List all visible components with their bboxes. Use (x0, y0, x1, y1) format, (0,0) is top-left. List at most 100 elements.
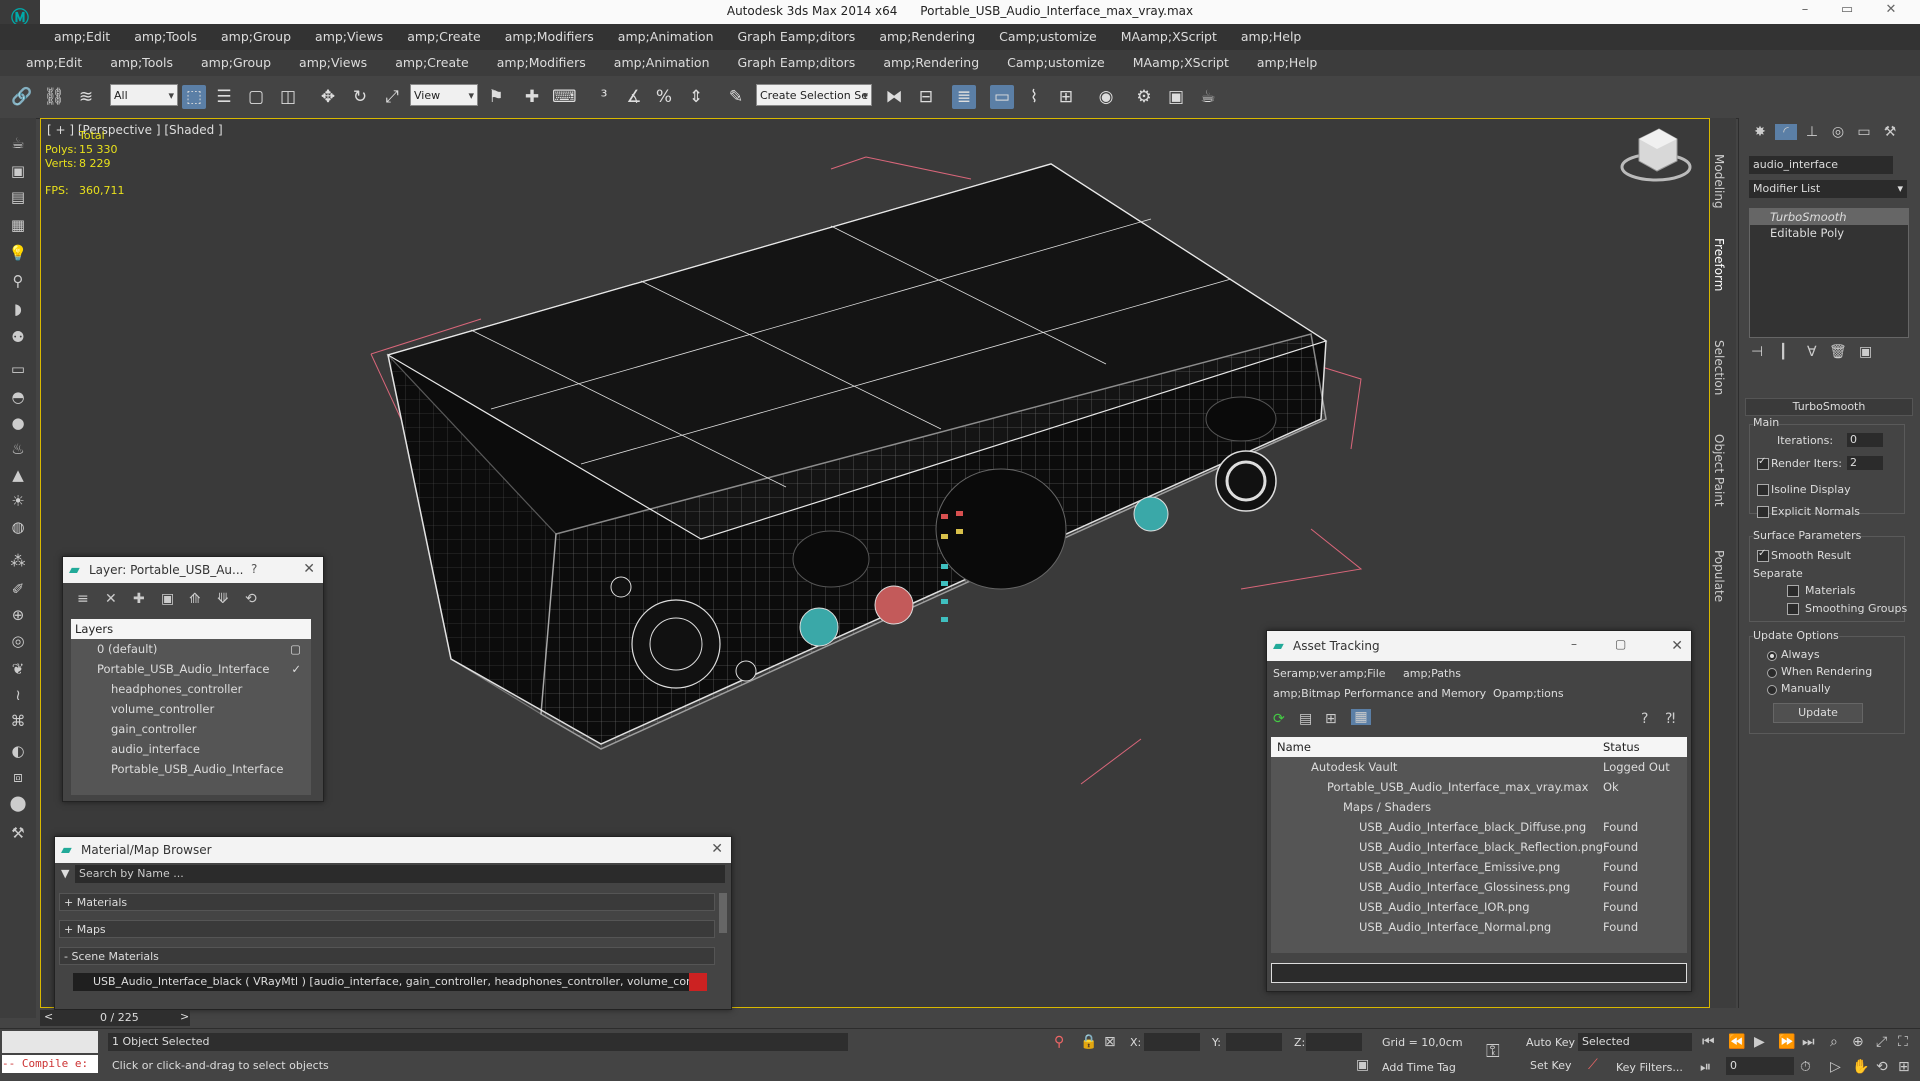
always-radio[interactable] (1767, 651, 1777, 661)
menu-tools[interactable]: amp;Tools (122, 24, 209, 50)
set-key-button[interactable]: Set Key (1530, 1059, 1572, 1072)
layer-row-default[interactable]: 0 (default) ▢ (71, 641, 311, 657)
helper-icon[interactable]: ◗ (7, 298, 29, 320)
time-slider-next[interactable]: > (180, 1010, 189, 1023)
modify-tab-icon[interactable]: ◜ (1775, 124, 1797, 140)
render-sphere-icon[interactable]: ◐ (7, 740, 29, 762)
field-of-view-icon[interactable]: ▷ (1830, 1059, 1841, 1075)
y-coordinate-field[interactable] (1226, 1033, 1282, 1051)
link-icon[interactable]: 🔗 (10, 85, 34, 109)
table-row[interactable]: Autodesk Vault Logged Out (1271, 759, 1687, 775)
close-button[interactable]: ✕ (1876, 2, 1906, 22)
tab-freeform[interactable]: Freeform (1712, 238, 1726, 291)
layer-row-object[interactable]: Portable_USB_Audio_Interface (71, 761, 311, 777)
compass-icon[interactable]: ⊕ (7, 604, 29, 626)
table-row[interactable]: Maps / Shaders (1271, 799, 1687, 815)
minimize-button[interactable]: – (1790, 2, 1820, 22)
zoom-all-icon[interactable]: ⊕ (1852, 1034, 1864, 1050)
align-icon[interactable]: ⊟ (914, 85, 938, 109)
keyboard-shortcut-icon[interactable]: ⌨ (552, 85, 577, 109)
menu2-animation[interactable]: amp;Animation (600, 50, 724, 76)
select-by-name-icon[interactable]: ☰ (212, 85, 236, 109)
auto-key-button[interactable]: Auto Key (1526, 1036, 1575, 1049)
menu-maxscript[interactable]: MAamp;XScript (1109, 24, 1229, 50)
tab-selection[interactable]: Selection (1712, 340, 1726, 395)
layer-row-object[interactable]: gain_controller (71, 721, 311, 737)
rectangular-selection-icon[interactable]: ▢ (244, 85, 268, 109)
ball-icon[interactable]: ⬤ (7, 792, 29, 814)
add-to-layer-icon[interactable]: ✚ (133, 591, 145, 607)
create-tab-icon[interactable]: ✸ (1749, 124, 1771, 140)
help-icon[interactable]: ? (1641, 711, 1648, 727)
menu-paths[interactable]: amp;Paths (1403, 667, 1461, 680)
key-mode-toggle-icon[interactable]: ⏯ (1700, 1059, 1711, 1075)
wrench-icon[interactable]: ⚒ (7, 822, 29, 844)
when-rendering-radio[interactable] (1767, 668, 1777, 678)
x-coordinate-field[interactable] (1144, 1033, 1200, 1051)
menu-animation[interactable]: amp;Animation (606, 24, 726, 50)
table-icon[interactable]: ▤ (7, 186, 29, 208)
asset-path-field[interactable] (1271, 963, 1687, 983)
tab-modeling[interactable]: Modeling (1712, 154, 1726, 209)
asset-tracking-close-icon[interactable]: ✕ (1671, 638, 1683, 654)
foliage-icon[interactable]: ❦ (7, 658, 29, 680)
menu-help[interactable]: amp;Help (1229, 24, 1313, 50)
current-frame-field[interactable]: 0 (1726, 1057, 1794, 1075)
teapot-icon[interactable]: ☕ (7, 132, 29, 154)
col-name[interactable]: Name (1277, 737, 1311, 757)
update-button[interactable]: Update (1773, 703, 1863, 723)
table-row[interactable]: USB_Audio_Interface_black_Reflection.png… (1271, 839, 1687, 855)
select-manipulate-icon[interactable]: ✚ (520, 85, 544, 109)
next-frame-icon[interactable]: ⏩ (1778, 1034, 1795, 1050)
sphere-icon[interactable]: ● (7, 412, 29, 434)
layer-window-titlebar[interactable]: ▰ Layer: Portable_USB_Au... ? ✕ (63, 557, 323, 583)
menu2-help[interactable]: amp;Help (1243, 50, 1331, 76)
unlink-icon[interactable]: ⛓ (42, 85, 66, 109)
hide-all-icon[interactable]: ⟱ (217, 591, 229, 607)
stack-item-editable-poly[interactable]: Editable Poly (1750, 225, 1908, 241)
remove-modifier-icon[interactable]: 🗑 (1829, 344, 1847, 360)
menu2-group[interactable]: amp;Group (187, 50, 285, 76)
rendered-frame-icon[interactable]: ▣ (1164, 85, 1188, 109)
cloth-icon[interactable]: ⌘ (7, 710, 29, 732)
asset-minimize-icon[interactable]: – (1571, 637, 1577, 651)
selection-filter-dropdown[interactable]: All (110, 84, 178, 107)
rotate-icon[interactable]: ↻ (348, 85, 372, 109)
explicit-normals-checkbox[interactable] (1757, 506, 1769, 518)
detail-view-icon[interactable]: ⊞ (1325, 711, 1337, 727)
layer-row-object[interactable]: headphones_controller (71, 681, 311, 697)
display-tab-icon[interactable]: ▭ (1853, 124, 1875, 140)
angle-snap-icon[interactable]: ∡ (622, 85, 646, 109)
motion-tab-icon[interactable]: ◎ (1827, 124, 1849, 140)
menu2-rendering[interactable]: amp;Rendering (869, 50, 993, 76)
camera-icon[interactable]: ⚲ (7, 270, 29, 292)
smoothing-groups-checkbox[interactable] (1787, 603, 1799, 615)
object-name-field[interactable]: audio_interface (1749, 156, 1893, 174)
time-slider-prev[interactable]: < (44, 1010, 53, 1023)
particles-icon[interactable]: ⁂ (7, 550, 29, 572)
materials-checkbox[interactable] (1787, 585, 1799, 597)
sun-icon[interactable]: ☀ (7, 490, 29, 512)
spinner-snap-icon[interactable]: ⇕ (684, 85, 708, 109)
curve-editor-icon[interactable]: ⌇ (1022, 85, 1046, 109)
hierarchy-tab-icon[interactable]: ⊥ (1801, 124, 1823, 140)
create-layer-icon[interactable]: ≡ (77, 591, 89, 607)
layer-row-object[interactable]: volume_controller (71, 701, 311, 717)
menu2-tools[interactable]: amp;Tools (96, 50, 187, 76)
delete-layer-icon[interactable]: ✕ (105, 591, 117, 607)
select-object-icon[interactable]: ⬚ (182, 85, 206, 109)
percent-snap-icon[interactable]: % (652, 85, 676, 109)
asset-maximize-icon[interactable]: ▢ (1615, 637, 1626, 651)
current-layer-icon[interactable]: ▢ (290, 641, 301, 657)
layer-window-close-icon[interactable]: ✕ (303, 561, 315, 577)
move-icon[interactable]: ✥ (316, 85, 340, 109)
search-input[interactable]: Search by Name ... (75, 865, 725, 883)
menu-bitmap-performance[interactable]: amp;Bitmap Performance and Memory (1273, 687, 1486, 700)
geosphere-icon[interactable]: ◍ (7, 516, 29, 538)
time-slider[interactable]: < 0 / 225 > (40, 1010, 190, 1026)
zoom-extents-all-icon[interactable]: ⛶ (1898, 1034, 1908, 1050)
image-icon[interactable]: ▣ (7, 160, 29, 182)
render-setup-icon[interactable]: ⚙ (1132, 85, 1156, 109)
render-iters-spinner[interactable]: 2 (1847, 456, 1883, 470)
maximize-button[interactable]: ▭ (1832, 2, 1862, 22)
